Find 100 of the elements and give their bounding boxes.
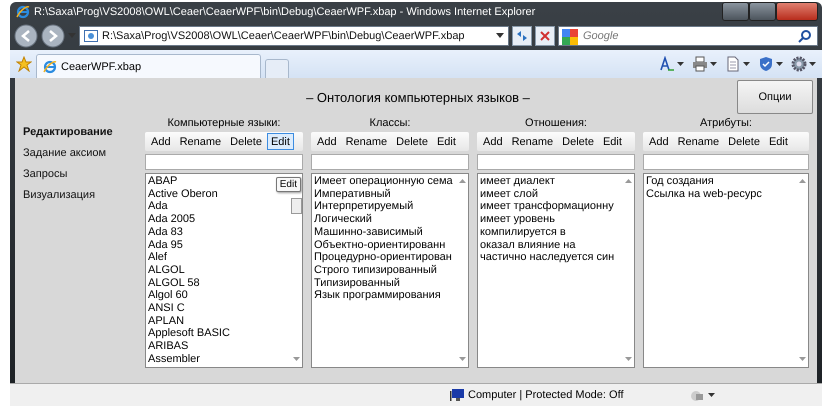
toolbar-button[interactable]: Rename	[508, 133, 558, 150]
shield-icon[interactable]	[758, 56, 774, 72]
security-zone-text: Computer | Protected Mode: Off	[468, 389, 624, 401]
toolbar-button[interactable]: Edit	[432, 133, 460, 150]
toolbar-button[interactable]: Delete	[558, 133, 598, 150]
refresh-icon[interactable]	[512, 26, 532, 46]
nav-item[interactable]: Редактирование	[23, 126, 137, 138]
browser-tab[interactable]: CeaerWPF.xbap	[36, 54, 261, 78]
nav-item[interactable]: Запросы	[23, 168, 137, 180]
panel-label: Классы:	[368, 116, 412, 130]
panel-label: Атрибуты:	[699, 116, 753, 130]
search-icon[interactable]	[798, 29, 812, 43]
search-field[interactable]: Google	[558, 26, 818, 46]
list-item[interactable]: Строго типизированный	[314, 264, 454, 277]
browser-icon	[16, 5, 30, 19]
toolbar-button[interactable]: Edit	[598, 133, 626, 150]
dropdown-arrow-icon[interactable]	[708, 392, 715, 398]
list-item[interactable]: Объектно-ориентированн	[314, 238, 454, 252]
translate-icon[interactable]	[659, 56, 675, 72]
page-icon	[84, 30, 98, 42]
list-item[interactable]: Имеет операционную сема	[314, 175, 454, 188]
tooltip: Edit	[276, 177, 301, 192]
forward-button-icon[interactable]	[41, 24, 65, 48]
scrollbar-thumb[interactable]	[290, 198, 302, 214]
list-item[interactable]: Ссылка на web-ресурс	[646, 188, 794, 200]
list-item[interactable]: оказал влияние на	[480, 238, 620, 252]
list-item[interactable]: Ada 83	[148, 226, 288, 239]
list-item[interactable]: имеет уровень	[480, 213, 620, 226]
toolbar-button[interactable]: Rename	[674, 133, 724, 150]
list-item[interactable]: имеет диалект	[480, 175, 620, 188]
list-item[interactable]: Логический	[314, 213, 454, 226]
window-title: R:\Saxa\Prog\VS2008\OWL\Ceaer\CeaerWPF\bin\Debug\CeaerWPF.xbap - Windows Internet Explorer	[34, 6, 536, 18]
list-item[interactable]: Alef	[148, 251, 288, 264]
address-bar[interactable]: R:\Saxa\Prog\VS2008\OWL\Ceaer\CeaerWPF\bin\Debug\CeaerWPF.xbap	[79, 26, 509, 46]
toolbar-button[interactable]: Edit	[764, 133, 792, 150]
scroll-down-icon[interactable]	[292, 357, 300, 362]
list-item[interactable]: APLAN	[148, 314, 288, 328]
list-item[interactable]: Язык программирования	[314, 289, 454, 302]
scroll-up-icon[interactable]	[624, 179, 632, 184]
input-field[interactable]	[145, 154, 303, 170]
toolbar-button[interactable]: Rename	[342, 133, 392, 150]
list-item[interactable]: компилируется в	[480, 226, 620, 239]
toolbar-button[interactable]: Edit	[266, 133, 294, 150]
list-item[interactable]: Процедурно-ориентирован	[314, 251, 454, 264]
list-item[interactable]: Applesoft BASIC	[148, 327, 288, 340]
scroll-down-icon[interactable]	[458, 357, 466, 362]
page-icon[interactable]	[725, 56, 741, 72]
toolbar-button[interactable]: Delete	[392, 133, 432, 150]
list-item[interactable]: частично наследуется син	[480, 251, 620, 264]
gear-icon[interactable]	[791, 56, 807, 72]
list-item[interactable]: ANSI C	[148, 302, 288, 315]
list-item[interactable]: Машинно-зависимый	[314, 226, 454, 239]
close-button[interactable]	[776, 2, 818, 21]
list-item[interactable]: Императивный	[314, 188, 454, 200]
list-item[interactable]: имеет трансформационну	[480, 200, 620, 214]
stop-icon[interactable]	[535, 26, 555, 46]
toolbar-button[interactable]: Add	[645, 133, 673, 150]
list-item[interactable]: Assembler	[148, 352, 288, 366]
address-text: R:\Saxa\Prog\VS2008\OWL\Ceaer\CeaerWPF\bin\Debug\CeaerWPF.xbap	[102, 30, 466, 42]
dropdown-arrow-icon[interactable]	[496, 33, 504, 39]
list-item[interactable]: ARIBAS	[148, 340, 288, 353]
maximize-button[interactable]	[749, 2, 776, 21]
toolbar-button[interactable]: Delete	[226, 133, 266, 150]
input-field[interactable]	[477, 154, 635, 170]
options-button[interactable]: Опции	[737, 80, 813, 114]
toolbar-button[interactable]: Add	[313, 133, 341, 150]
minimize-button[interactable]	[722, 2, 749, 21]
dropdown-arrow-icon[interactable]	[776, 62, 783, 66]
list-item[interactable]: Algol 60	[148, 289, 288, 302]
toolbar-button[interactable]: Add	[147, 133, 175, 150]
input-field[interactable]	[643, 154, 809, 170]
toolbar-button[interactable]: Rename	[176, 133, 226, 150]
list-item[interactable]: Ada 2005	[148, 213, 288, 226]
list-item[interactable]: Год создания	[646, 175, 794, 188]
toolbar-button[interactable]: Add	[479, 133, 507, 150]
nav-item[interactable]: Визуализация	[23, 189, 137, 201]
scroll-down-icon[interactable]	[624, 357, 632, 362]
toolbar-button[interactable]: Delete	[724, 133, 764, 150]
list-item[interactable]: Ada	[148, 200, 288, 214]
scroll-up-icon[interactable]	[458, 179, 466, 184]
computer-icon	[450, 389, 464, 401]
favorites-star-icon[interactable]	[16, 56, 32, 72]
panel-label: Отношения:	[524, 116, 588, 130]
printer-icon[interactable]	[692, 56, 708, 72]
scroll-down-icon[interactable]	[798, 357, 806, 362]
list-item[interactable]: ALGOL 58	[148, 276, 288, 290]
dropdown-arrow-icon[interactable]	[677, 62, 684, 66]
list-item[interactable]: имеет слой	[480, 188, 620, 200]
list-item[interactable]: ALGOL	[148, 264, 288, 277]
dropdown-arrow-icon[interactable]	[743, 62, 750, 66]
browser-icon	[43, 60, 57, 74]
dropdown-arrow-icon[interactable]	[710, 62, 717, 66]
scroll-up-icon[interactable]	[798, 179, 806, 184]
list-item[interactable]: Ada 95	[148, 238, 288, 252]
list-item[interactable]: Типизированный	[314, 276, 454, 290]
list-item[interactable]: Интерпретируемый	[314, 200, 454, 214]
input-field[interactable]	[311, 154, 469, 170]
dropdown-arrow-icon[interactable]	[809, 62, 816, 66]
nav-item[interactable]: Задание аксиом	[23, 147, 137, 159]
back-button-icon[interactable]	[14, 24, 38, 48]
